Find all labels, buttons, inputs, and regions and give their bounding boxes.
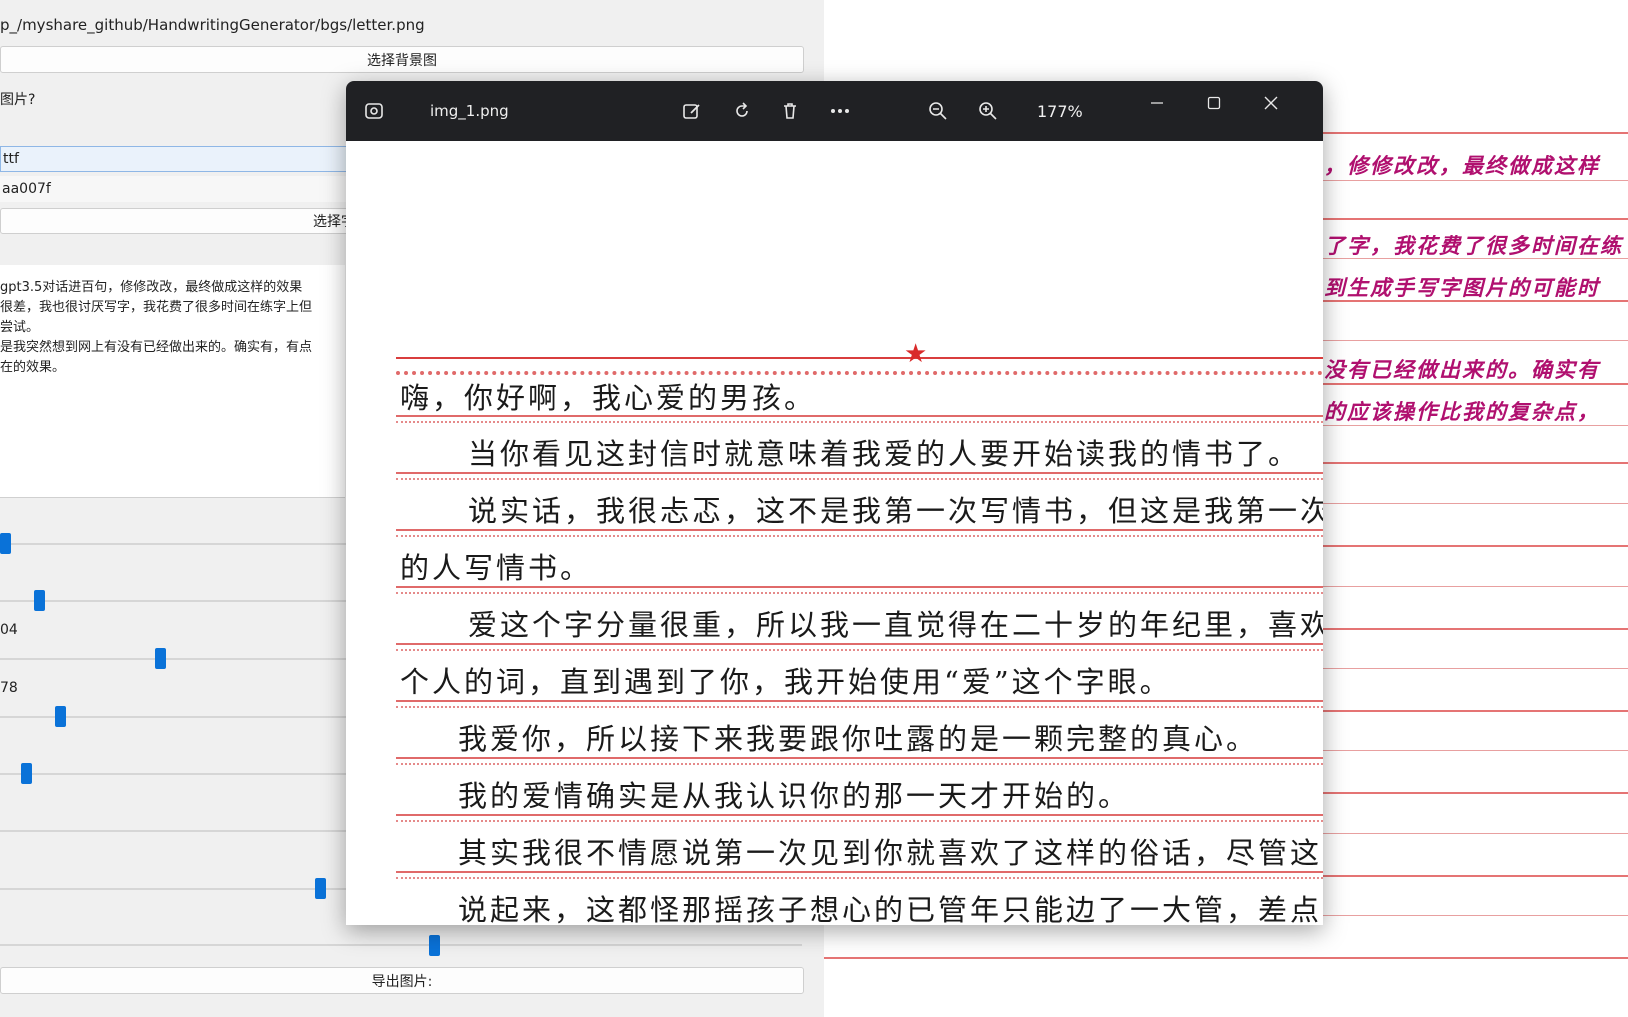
letter-line: 我爱你，所以接下来我要跟你吐露的是一颗完整的真心。: [458, 722, 1259, 756]
letter-line: 的人写情书。: [400, 551, 593, 585]
font-path-field[interactable]: ttf: [0, 146, 360, 172]
slider-handle[interactable]: [34, 590, 45, 611]
zoom-in-icon[interactable]: [976, 99, 1000, 123]
header-rule: [396, 357, 1323, 359]
handwriting-line: 没有已经做出来的。确实有: [1324, 357, 1600, 382]
question-label: 图片?: [0, 92, 36, 108]
select-font-button[interactable]: 选择字: [0, 208, 360, 234]
slider-handle[interactable]: [21, 763, 32, 784]
slider-handle[interactable]: [429, 935, 440, 956]
zoom-level[interactable]: 177%: [1037, 102, 1083, 121]
rotate-icon[interactable]: [730, 99, 754, 123]
letter-line: 其实我很不情愿说第一次见到你就喜欢了这样的俗话，尽管这是事: [458, 836, 1323, 870]
letter-line: 个人的词，直到遇到了你，我开始使用“爱”这个字眼。: [400, 665, 1172, 699]
ruling-line: [824, 957, 1628, 959]
handwriting-line: ，修修改改，最终做成这样: [1324, 153, 1600, 178]
slider-value: 78: [0, 680, 18, 696]
text-line: 很差，我也很讨厌写字，我花费了很多时间在练字上但: [0, 300, 313, 315]
handwriting-line: 了字，我花费了很多时间在练: [1324, 233, 1623, 258]
letter-line: 爱这个字分量很重，所以我一直觉得在二十岁的年纪里，喜欢才是: [468, 608, 1323, 642]
more-icon[interactable]: [828, 99, 852, 123]
viewer-titlebar[interactable]: img_1.png 177%: [346, 81, 1323, 141]
slider-track: [0, 944, 802, 946]
text-line: 是我突然想到网上有没有已经做出来的。确实有，有点: [0, 340, 313, 355]
close-icon[interactable]: [1259, 91, 1283, 115]
letter-line: 嗨，你好啊，我心爱的男孩。: [400, 381, 817, 415]
select-background-button[interactable]: 选择背景图: [0, 46, 804, 73]
zoom-out-icon[interactable]: [926, 99, 950, 123]
slider-handle[interactable]: [155, 648, 166, 669]
slider-handle[interactable]: [55, 706, 66, 727]
star-icon: ★: [904, 339, 928, 369]
letter-line: 当你看见这封信时就意味着我爱的人要开始读我的情书了。: [468, 437, 1301, 471]
color-field[interactable]: aa007f: [0, 176, 360, 202]
slider-value: 04: [0, 622, 18, 638]
letter-line: 说起来，这都怪那摇孩子想心的已管年只能边了一大管，差点害我: [458, 893, 1323, 925]
minimize-icon[interactable]: [1145, 91, 1169, 115]
background-path-text: p_/myshare_github/HandwritingGenerator/b…: [0, 16, 425, 34]
edit-icon[interactable]: [680, 99, 704, 123]
letter-line: 说实话，我很忐忑，这不是我第一次写情书，但这是我第一次给我: [468, 494, 1323, 528]
text-line: gpt3.5对话进百句，修修改改，最终做成这样的效果: [0, 280, 303, 295]
handwriting-line: 到生成手写字图片的可能时: [1324, 275, 1600, 300]
file-name: img_1.png: [430, 102, 509, 120]
delete-icon[interactable]: [778, 99, 802, 123]
photo-viewer-window: img_1.png 177% ★ 嗨，你好啊，我心爱的男孩。 当你看见这封信时就…: [346, 81, 1323, 925]
text-line: 在的效果。: [0, 360, 66, 375]
photo-icon: [362, 99, 386, 123]
handwriting-line: 的应该操作比我的复杂点，: [1324, 399, 1600, 424]
slider-handle[interactable]: [315, 878, 326, 899]
export-image-button[interactable]: 导出图片:: [0, 967, 804, 994]
text-line: 尝试。: [0, 320, 40, 335]
maximize-icon[interactable]: [1202, 91, 1226, 115]
text-input-content: gpt3.5对话进百句，修修改改，最终做成这样的效果 很差，我也很讨厌写字，我花…: [0, 278, 360, 378]
slider-handle[interactable]: [0, 533, 11, 554]
letter-line: 我的爱情确实是从我认识你的那一天才开始的。: [458, 779, 1131, 813]
image-canvas[interactable]: ★ 嗨，你好啊，我心爱的男孩。 当你看见这封信时就意味着我爱的人要开始读我的情书…: [346, 141, 1323, 925]
